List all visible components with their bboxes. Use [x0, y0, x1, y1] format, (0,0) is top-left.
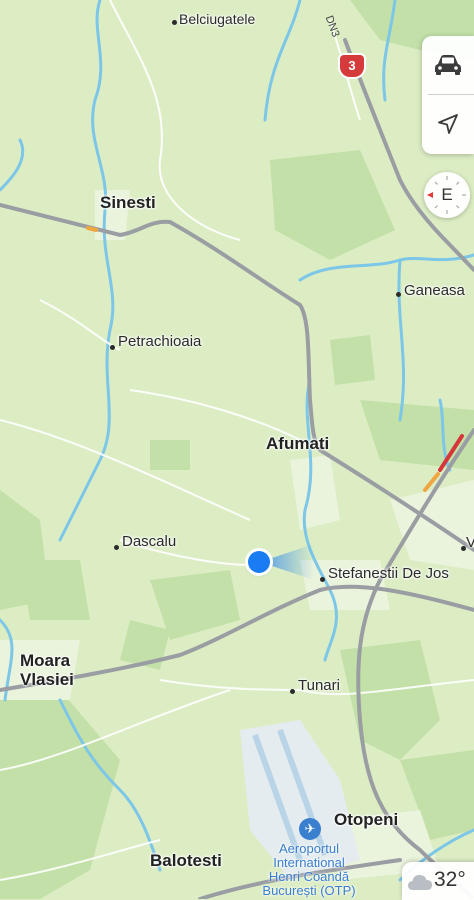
place-belciugatele[interactable]: Belciugatele — [179, 11, 255, 27]
airport-label[interactable]: Aeroportul International Henri Coandă Bu… — [254, 842, 364, 898]
place-dot — [290, 689, 295, 694]
place-petrachioaia[interactable]: Petrachioaia — [118, 333, 201, 350]
location-arrow-icon — [438, 114, 458, 134]
driving-mode-button[interactable] — [422, 36, 474, 94]
airport-icon[interactable]: ✈ — [299, 818, 321, 840]
current-location-marker[interactable] — [248, 551, 270, 573]
airport-line-4: București (OTP) — [262, 883, 356, 898]
place-moara-vlasiei-line: Vlasiei — [20, 670, 74, 689]
place-afumati[interactable]: Afumati — [266, 434, 329, 454]
weather-widget[interactable]: 32° — [402, 862, 474, 900]
my-location-button[interactable] — [422, 95, 474, 153]
map-controls — [422, 36, 474, 154]
compass-heading: E — [441, 185, 453, 204]
airport-line-2: International — [273, 855, 345, 870]
airport-line-1: Aeroportul — [279, 841, 339, 856]
place-dot — [396, 292, 401, 297]
place-balotesti[interactable]: Balotesti — [150, 851, 222, 871]
temperature: 32° — [434, 868, 466, 891]
place-tunari[interactable]: Tunari — [298, 677, 340, 694]
place-otopeni[interactable]: Otopeni — [334, 810, 398, 830]
place-dascalu[interactable]: Dascalu — [122, 533, 176, 550]
place-sinesti[interactable]: Sinesti — [100, 193, 156, 213]
place-ganeasa[interactable]: Ganeasa — [404, 282, 465, 299]
place-moara-vlasiei[interactable]: Moara Vlasiei — [20, 651, 74, 689]
road-shield-3: 3 — [340, 55, 364, 77]
car-icon — [435, 55, 461, 75]
airport-line-3: Henri Coandă — [268, 869, 350, 884]
place-moara-vlasiei-line: Moara — [20, 651, 71, 670]
place-dot — [320, 577, 325, 582]
place-partial-label: V — [466, 534, 474, 551]
place-dot — [110, 345, 115, 350]
map-canvas[interactable] — [0, 0, 474, 899]
place-stefanestii-de-jos[interactable]: Stefanestii De Jos — [328, 565, 449, 582]
place-dot — [172, 20, 177, 25]
compass-button[interactable]: E — [424, 172, 470, 218]
cloud-icon — [408, 875, 432, 890]
place-dot — [114, 545, 119, 550]
